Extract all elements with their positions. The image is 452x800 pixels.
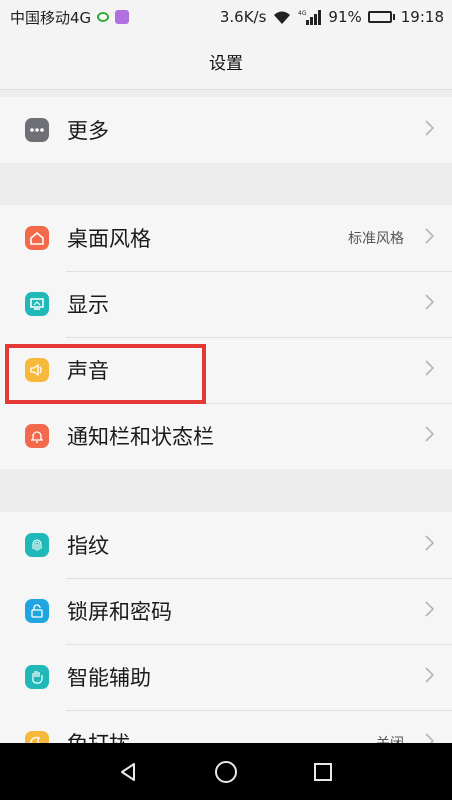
settings-item-label: 免打扰 bbox=[67, 728, 130, 743]
network-speed: 3.6K/s bbox=[219, 8, 267, 26]
battery-percent: 91% bbox=[328, 8, 362, 26]
settings-item-fingerprint[interactable]: 指纹 bbox=[0, 512, 452, 578]
chevron-right-icon bbox=[425, 294, 435, 314]
recents-button[interactable] bbox=[303, 752, 343, 792]
clock: 19:18 bbox=[400, 8, 444, 26]
settings-item-value: 关闭 bbox=[376, 733, 404, 743]
back-button[interactable] bbox=[109, 752, 149, 792]
settings-item-smart-assist[interactable]: 智能辅助 bbox=[0, 644, 452, 710]
settings-item-label: 智能辅助 bbox=[67, 666, 151, 690]
settings-item-label: 更多 bbox=[67, 119, 109, 143]
settings-item-value: 标准风格 bbox=[348, 231, 404, 247]
settings-item-more[interactable]: 更多 bbox=[0, 97, 452, 163]
gallery-notification-icon bbox=[115, 10, 130, 24]
settings-item-do-not-disturb[interactable]: 免打扰 关闭 bbox=[0, 710, 452, 743]
settings-item-label: 显示 bbox=[67, 293, 109, 317]
fingerprint-icon bbox=[25, 533, 49, 557]
chevron-right-icon bbox=[425, 120, 435, 140]
speaker-icon bbox=[25, 358, 49, 382]
home-circle-icon bbox=[214, 760, 237, 783]
lock-icon bbox=[25, 599, 49, 623]
navigation-bar bbox=[0, 743, 452, 800]
recents-square-icon bbox=[314, 762, 333, 781]
display-icon bbox=[25, 292, 49, 316]
settings-item-display[interactable]: 显示 bbox=[0, 271, 452, 337]
status-bar: 中国移动4G 3.6K/s 4G 91% 19:18 bbox=[0, 0, 452, 34]
back-triangle-icon bbox=[120, 762, 135, 781]
battery-icon bbox=[367, 11, 395, 23]
title-bar: 设置 bbox=[0, 34, 452, 90]
settings-item-notification-bar[interactable]: 通知栏和状态栏 bbox=[0, 403, 452, 469]
settings-item-label: 桌面风格 bbox=[67, 227, 151, 251]
chevron-right-icon bbox=[425, 733, 435, 743]
bell-icon bbox=[25, 424, 49, 448]
settings-item-label: 声音 bbox=[67, 359, 109, 383]
network-type: 4G bbox=[298, 10, 307, 17]
page-title: 设置 bbox=[209, 54, 243, 74]
chevron-right-icon bbox=[425, 426, 435, 446]
chevron-right-icon bbox=[425, 228, 435, 248]
settings-item-sound[interactable]: 声音 bbox=[0, 337, 452, 403]
carrier-label: 中国移动4G bbox=[10, 8, 92, 27]
chevron-right-icon bbox=[425, 601, 435, 621]
settings-group-1: 更多 bbox=[0, 97, 452, 163]
settings-item-desktop-style[interactable]: 桌面风格 标准风格 bbox=[0, 205, 452, 271]
settings-item-label: 指纹 bbox=[67, 534, 109, 558]
settings-item-label: 通知栏和状态栏 bbox=[67, 425, 214, 449]
chevron-right-icon bbox=[425, 535, 435, 555]
app-notification-icon bbox=[97, 12, 110, 22]
more-dots-icon bbox=[25, 118, 49, 142]
home-icon bbox=[25, 226, 49, 250]
wifi-icon bbox=[272, 9, 292, 25]
settings-group-3: 指纹 锁屏和密码 智能辅助 免打扰 关闭 bbox=[0, 512, 452, 743]
signal-icon: 4G bbox=[298, 9, 322, 25]
settings-item-label: 锁屏和密码 bbox=[67, 600, 172, 624]
chevron-right-icon bbox=[425, 360, 435, 380]
settings-group-2: 桌面风格 标准风格 显示 声音 通知栏和状态栏 bbox=[0, 205, 452, 469]
hand-icon bbox=[25, 665, 49, 689]
settings-item-lock-password[interactable]: 锁屏和密码 bbox=[0, 578, 452, 644]
home-button[interactable] bbox=[206, 752, 246, 792]
moon-icon bbox=[25, 731, 49, 743]
chevron-right-icon bbox=[425, 667, 435, 687]
